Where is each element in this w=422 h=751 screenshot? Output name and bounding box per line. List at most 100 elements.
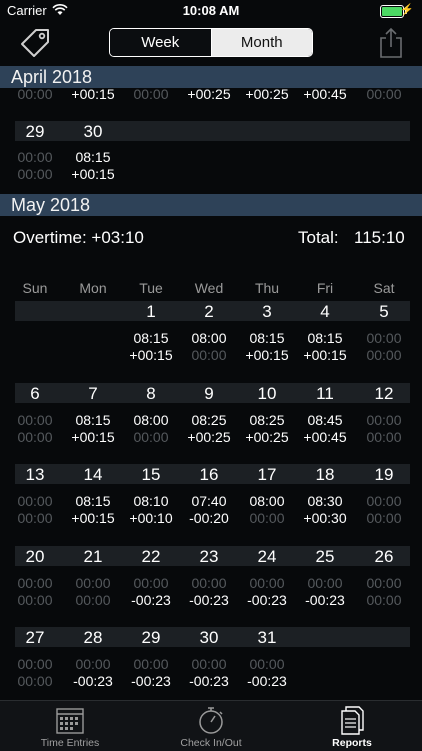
overtime-value: +00:15: [245, 347, 289, 363]
worked-hours: 08:00: [249, 493, 285, 509]
worked-hours: 00:00: [133, 656, 169, 672]
day-number: 25: [315, 547, 335, 566]
worked-hours: 08:00: [191, 330, 227, 346]
overtime-value: -00:23: [73, 673, 113, 689]
status-bar: Carrier 10:08 AM ⚡: [0, 0, 422, 22]
time-cell: 00:00: [366, 86, 402, 102]
overtime-value: +00:15: [71, 510, 115, 526]
worked-hours: 00:00: [17, 493, 53, 509]
day-number: 28: [83, 628, 103, 647]
day-number: 7: [88, 384, 98, 403]
day-number: 24: [257, 547, 277, 566]
overtime-value: +00:25: [245, 429, 289, 445]
weekday-label: Wed: [194, 280, 224, 296]
day-number: 16: [199, 465, 219, 484]
overtime-value: 00:00: [75, 592, 111, 608]
worked-hours: 08:25: [249, 412, 285, 428]
worked-hours: 08:00: [133, 412, 169, 428]
segment-month[interactable]: Month: [211, 29, 312, 56]
day-number: 2: [204, 302, 214, 321]
day-number: 26: [374, 547, 394, 566]
overtime-value: 00:00: [17, 429, 53, 445]
day-number: 1: [146, 302, 156, 321]
overtime-value: -00:23: [131, 673, 171, 689]
overtime-value: 00:00: [133, 429, 169, 445]
worked-hours: 07:40: [191, 493, 227, 509]
overtime-value: +00:15: [71, 429, 115, 445]
total-value: 115:10: [354, 228, 405, 247]
worked-hours: 00:00: [17, 656, 53, 672]
weekday-label: Tue: [139, 280, 163, 296]
day-number: 20: [25, 547, 45, 566]
weekday-label: Sat: [373, 280, 395, 296]
day-number: 17: [257, 465, 277, 484]
worked-hours: 08:15: [75, 493, 111, 509]
overtime-value: +00:45: [303, 429, 347, 445]
month-header-april: April 2018: [0, 66, 422, 88]
worked-hours: 08:15: [133, 330, 169, 346]
worked-hours: 00:00: [366, 330, 402, 346]
worked-hours: 08:10: [133, 493, 169, 509]
worked-hours: 08:15: [75, 412, 111, 428]
day-number: 22: [141, 547, 161, 566]
worked-hours: 00:00: [75, 656, 111, 672]
day-number: 14: [83, 465, 103, 484]
time-cell: +00:45: [303, 86, 347, 102]
worked-hours: 08:15: [75, 149, 111, 165]
worked-hours: 08:30: [307, 493, 343, 509]
worked-hours: 00:00: [307, 575, 343, 591]
worked-hours: 00:00: [17, 149, 53, 165]
overtime-value: -00:23: [189, 673, 229, 689]
day-number: 15: [141, 465, 161, 484]
day-number: 6: [30, 384, 40, 403]
overtime-value: 00:00: [17, 166, 53, 182]
tag-icon[interactable]: [18, 26, 52, 60]
day-number: 18: [315, 465, 335, 484]
day-number: 23: [199, 547, 219, 566]
overtime-value: +00:15: [71, 166, 115, 182]
worked-hours: 00:00: [133, 575, 169, 591]
day-number: 11: [316, 384, 334, 403]
day-number: 13: [25, 465, 45, 484]
worked-hours: 08:45: [307, 412, 343, 428]
overtime-value: 00:00: [366, 510, 402, 526]
calendar-icon: [56, 708, 84, 734]
overtime-value: +00:15: [303, 347, 347, 363]
time-cell: 00:00: [17, 86, 53, 102]
tab-time-entries[interactable]: Time Entries: [0, 701, 140, 751]
day-number: 30: [83, 122, 103, 141]
day-number: 8: [146, 384, 156, 403]
tab-reports[interactable]: Reports: [282, 701, 422, 751]
day-number: 21: [83, 547, 103, 566]
overtime-value: -00:23: [131, 592, 171, 608]
time-cell: 00:00: [133, 86, 169, 102]
segment-week[interactable]: Week: [110, 29, 212, 56]
day-number: 3: [262, 302, 272, 321]
overtime-value: 00:00: [17, 592, 53, 608]
overtime-value: +00:30: [303, 510, 347, 526]
clock: 10:08 AM: [182, 3, 240, 18]
day-number: 4: [320, 302, 330, 321]
overtime-label: Overtime: +03:10: [13, 228, 144, 247]
toolbar: Week Month: [0, 22, 422, 64]
weekday-label: Mon: [79, 280, 107, 296]
overtime-value: 00:00: [191, 347, 227, 363]
worked-hours: 08:15: [307, 330, 343, 346]
overtime-value: -00:23: [247, 673, 287, 689]
worked-hours: 00:00: [249, 656, 285, 672]
worked-hours: 00:00: [17, 575, 53, 591]
share-icon[interactable]: [378, 26, 404, 60]
view-segmented-control: Week Month: [109, 28, 313, 57]
weekday-label: Fri: [316, 280, 334, 296]
overtime-value: 00:00: [366, 592, 402, 608]
worked-hours: 00:00: [366, 493, 402, 509]
overtime-value: -00:23: [305, 592, 345, 608]
tab-label: Reports: [332, 737, 372, 749]
tab-check-in-out[interactable]: Check In/Out: [141, 701, 281, 751]
worked-hours: 08:25: [191, 412, 227, 428]
time-cell: +00:25: [245, 86, 289, 102]
time-cell: +00:15: [71, 86, 115, 102]
tab-label: Time Entries: [40, 737, 100, 749]
overtime-value: +00:10: [129, 510, 173, 526]
tab-label: Check In/Out: [180, 737, 242, 749]
